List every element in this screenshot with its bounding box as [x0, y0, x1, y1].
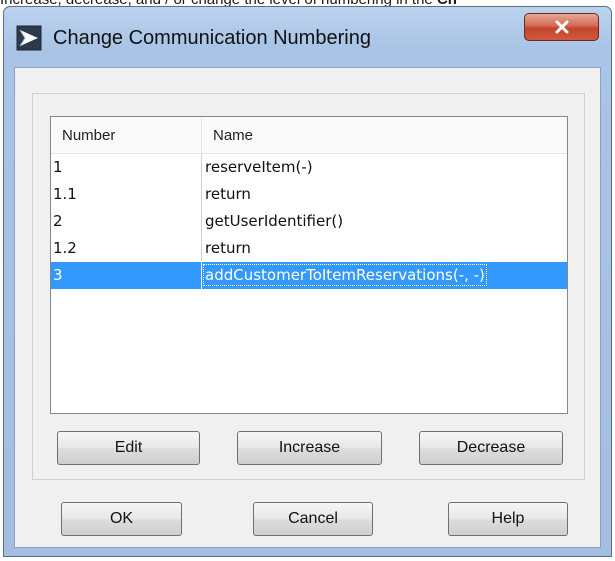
column-header-name[interactable]: Name — [213, 127, 253, 144]
cell-divider — [201, 181, 202, 208]
communication-table[interactable]: Number Name 1 reserveItem(-) 1.1 return … — [50, 116, 568, 414]
dialog-title: Change Communication Numbering — [53, 27, 371, 49]
app-icon — [16, 25, 42, 51]
row-name: getUserIdentifier() — [205, 212, 344, 230]
help-button[interactable]: Help — [448, 502, 568, 536]
close-button[interactable] — [524, 13, 599, 41]
row-name: reserveItem(-) — [205, 158, 313, 176]
row-name: return — [205, 239, 251, 257]
close-icon — [555, 20, 568, 34]
cell-divider — [201, 235, 202, 262]
cancel-button[interactable]: Cancel — [253, 502, 373, 536]
row-number: 1 — [53, 158, 63, 176]
table-header: Number Name — [51, 117, 567, 154]
increase-button[interactable]: Increase — [237, 431, 382, 465]
table-row[interactable]: 1 reserveItem(-) — [51, 154, 567, 181]
row-number: 2 — [53, 212, 63, 230]
cell-divider — [201, 154, 202, 181]
ok-button[interactable]: OK — [61, 502, 182, 536]
row-number: 3 — [53, 266, 63, 284]
decrease-button[interactable]: Decrease — [419, 431, 563, 465]
table-row-selected[interactable]: 3 addCustomerToItemReservations(-, -) — [51, 262, 567, 289]
change-communication-numbering-dialog: Change Communication Numbering Number Na… — [3, 6, 612, 557]
cell-divider — [201, 262, 202, 289]
row-name: addCustomerToItemReservations(-, -) — [203, 264, 487, 286]
table-row[interactable]: 1.2 return — [51, 235, 567, 262]
row-name: return — [205, 185, 251, 203]
column-divider[interactable] — [201, 117, 202, 153]
row-number: 1.1 — [53, 185, 77, 203]
table-row[interactable]: 1.1 return — [51, 181, 567, 208]
table-row[interactable]: 2 getUserIdentifier() — [51, 208, 567, 235]
title-bar[interactable]: Change Communication Numbering — [4, 7, 611, 67]
cell-divider — [201, 208, 202, 235]
edit-button[interactable]: Edit — [57, 431, 200, 465]
row-number: 1.2 — [53, 239, 77, 257]
column-header-number[interactable]: Number — [62, 127, 115, 144]
dialog-content: Number Name 1 reserveItem(-) 1.1 return … — [14, 67, 601, 548]
